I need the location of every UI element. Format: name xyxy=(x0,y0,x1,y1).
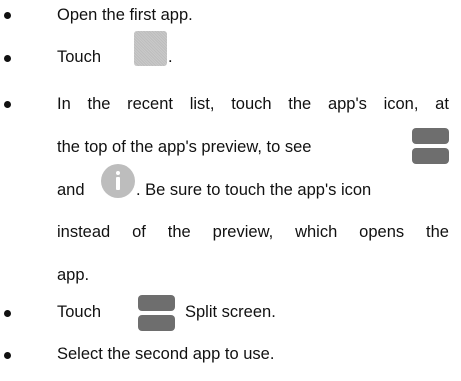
word: preview, xyxy=(212,223,274,241)
word: icon, xyxy=(383,95,419,113)
word: app's xyxy=(327,95,367,113)
info-stem xyxy=(116,177,120,190)
info-dot xyxy=(116,171,120,175)
bullet xyxy=(4,12,11,19)
word: In xyxy=(57,95,71,113)
word: the xyxy=(87,95,111,113)
bullet xyxy=(4,101,11,108)
step-line: instead of the preview, which opens the xyxy=(57,222,449,242)
split-top-bar xyxy=(138,295,175,311)
split-screen-icon xyxy=(412,128,449,164)
step-text-suffix: Split screen. xyxy=(185,303,276,321)
step-line-continuation: . Be sure to touch the app's icon xyxy=(136,181,372,199)
word: touch xyxy=(231,95,272,113)
step-line: In the recent list, touch the app's icon… xyxy=(57,94,449,114)
bullet xyxy=(4,310,11,317)
word: the xyxy=(288,95,312,113)
word: recent xyxy=(127,95,173,113)
split-screen-icon xyxy=(138,295,175,331)
step-text: Open the first app. xyxy=(57,6,193,24)
split-bottom-bar xyxy=(138,315,175,331)
word: the xyxy=(426,223,449,241)
split-top-bar xyxy=(412,128,449,144)
word: at xyxy=(435,95,449,113)
word: opens xyxy=(359,223,405,241)
step-text: Touch xyxy=(57,303,102,321)
bullet xyxy=(4,55,11,62)
split-bottom-bar xyxy=(412,148,449,164)
word: list, xyxy=(189,95,215,113)
word: of xyxy=(132,223,146,241)
word: which xyxy=(295,223,338,241)
bullet xyxy=(4,352,11,359)
step-text: Select the second app to use. xyxy=(57,345,275,363)
step-line: app. xyxy=(57,266,90,284)
recent-apps-icon xyxy=(134,31,167,66)
step-line: the top of the app's preview, to see xyxy=(57,138,312,156)
step-text-suffix: . xyxy=(168,48,173,66)
word: instead xyxy=(57,223,111,241)
step-line: and xyxy=(57,181,85,199)
step-text: Touch xyxy=(57,48,102,66)
word: the xyxy=(167,223,191,241)
info-icon xyxy=(101,164,135,198)
